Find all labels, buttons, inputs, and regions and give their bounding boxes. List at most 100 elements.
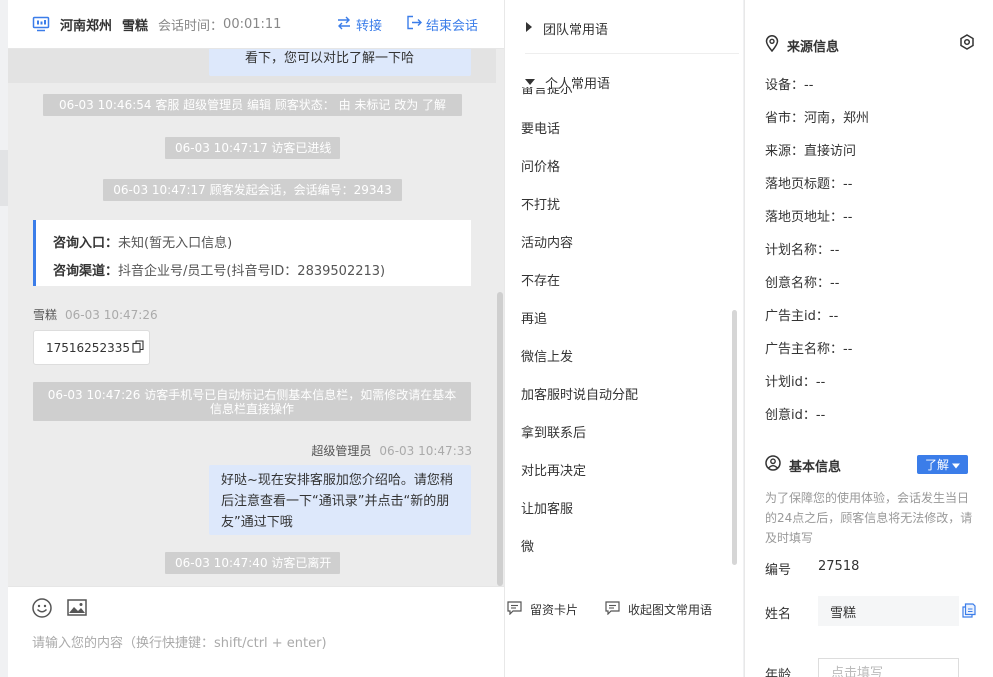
caret-down-icon [525, 75, 535, 90]
phrase-item[interactable]: 拿到联系后 [521, 422, 586, 441]
source-label: 创意id： [765, 408, 816, 423]
chat-header: 河南郑州 雪糕 会话时间： 00:01:11 转接 结束会话 [8, 0, 504, 49]
customer-id-label: 编号 [765, 563, 792, 578]
emoji-icon[interactable] [31, 597, 53, 619]
phrase-item[interactable]: 再追 [521, 308, 547, 327]
source-info-title: 来源信息 [787, 40, 840, 55]
phrase-item[interactable]: 让加客服 [521, 498, 573, 517]
phrase-item[interactable]: 对比再决定 [521, 460, 586, 479]
user-circle-icon [765, 455, 781, 475]
phrases-scrollbar[interactable] [732, 310, 737, 565]
visitor-location: 河南郑州 [60, 18, 113, 34]
consult-channel-row: 咨询渠道：抖音企业号/员工号(抖音号ID：2839502213) [53, 258, 471, 286]
customer-age-label: 年龄 [765, 668, 792, 677]
customer-id-value: 27518 [818, 559, 860, 574]
consult-entry-value: 未知(暂无入口信息) [118, 236, 233, 251]
phrase-item[interactable]: 微 [521, 536, 534, 555]
source-row-creative-id: 创意id：-- [765, 404, 825, 423]
source-label: 设备： [765, 78, 805, 93]
phrase-item[interactable]: 不打扰 [521, 194, 560, 213]
consult-info-card: 咨询入口：未知(暂无入口信息) 咨询渠道：抖音企业号/员工号(抖音号ID：283… [33, 220, 471, 286]
end-session-label: 结束会话 [426, 19, 479, 34]
customer-status-dropdown[interactable]: 了解 [917, 455, 968, 474]
consult-entry-row: 咨询入口：未知(暂无入口信息) [53, 230, 471, 258]
customer-age-input[interactable] [818, 658, 959, 677]
lead-card-label: 留资卡片 [530, 603, 579, 617]
agent-message-bubble: 看下，您可以对比了解一下哈 [209, 49, 471, 76]
lead-card-button[interactable]: 留资卡片 [507, 601, 578, 618]
agent-message-time: 06-03 10:47:33 [379, 444, 472, 458]
source-row-landing-url: 落地页地址：-- [765, 206, 852, 225]
phrase-item[interactable]: 问价格 [521, 156, 560, 175]
visitor-phone-message[interactable]: 17516252335 [33, 330, 150, 365]
source-label: 来源： [765, 144, 805, 159]
source-info-header: 来源信息 [765, 35, 839, 56]
composer [8, 586, 504, 677]
common-phrases-panel: 团队常用语 留言提示 个人常用语 要电话 问价格 不打扰 活动内容 不存在 再追… [504, 0, 743, 677]
settings-icon[interactable] [959, 34, 975, 54]
message-list[interactable]: 看下，您可以对比了解一下哈 06-03 10:46:54 客服 超级管理员 编辑… [8, 49, 504, 586]
system-notice: 06-03 10:47:17 访客已进线 [165, 137, 340, 159]
source-label: 广告主id： [765, 309, 829, 324]
basic-info-title: 基本信息 [789, 459, 842, 475]
source-row-creative-name: 创意名称：-- [765, 272, 839, 291]
end-session-button[interactable]: 结束会话 [406, 15, 478, 34]
copy-icon[interactable] [962, 603, 976, 622]
phrase-item[interactable]: 微信上发 [521, 346, 573, 365]
source-value: -- [830, 243, 840, 258]
message-card-icon [507, 601, 522, 618]
source-row-plan-id: 计划id：-- [765, 371, 825, 390]
system-notice: 06-03 10:47:26 访客手机号已自动标记右侧基本信息栏，如需修改请在基… [33, 382, 471, 421]
divider [525, 53, 739, 54]
source-label: 落地页标题： [765, 177, 844, 192]
source-value: -- [815, 408, 826, 423]
copy-icon[interactable] [132, 339, 144, 356]
source-label: 计划名称： [765, 243, 831, 258]
session-time-label: 会话时间： [158, 18, 224, 34]
source-label: 广告主名称： [765, 342, 844, 357]
message-collapse-icon [605, 601, 620, 618]
phrase-group-personal-label: 个人常用语 [545, 77, 611, 92]
collapse-phrases-button[interactable]: 收起图文常用语 [605, 601, 712, 618]
source-row-device: 设备：-- [765, 74, 813, 93]
source-value: -- [843, 342, 853, 357]
source-row-advertiser-name: 广告主名称：-- [765, 338, 852, 357]
source-value: -- [815, 375, 826, 390]
consult-channel-value: 抖音企业号/员工号(抖音号ID：2839502213) [118, 264, 386, 279]
customer-name-field[interactable]: 雪糕 [818, 596, 959, 626]
source-row-province: 省市：河南，郑州 [765, 107, 869, 126]
agent-sender-line: 超级管理员 06-03 10:47:33 [311, 442, 472, 459]
customer-name-label: 姓名 [765, 607, 792, 622]
agent-sender-name: 超级管理员 [311, 444, 372, 458]
phrase-item[interactable]: 加客服时说自动分配 [521, 384, 638, 403]
system-notice: 06-03 10:47:17 顾客发起会话，会话编号：29343 [103, 179, 402, 201]
location-pin-icon [765, 35, 779, 56]
phrase-item[interactable]: 活动内容 [521, 232, 573, 251]
source-row-source: 来源：直接访问 [765, 140, 856, 159]
chat-scrollbar[interactable] [497, 292, 503, 586]
source-value: -- [843, 177, 853, 192]
transfer-label: 转接 [356, 19, 383, 34]
phrase-item[interactable]: 要电话 [521, 118, 560, 137]
image-icon[interactable] [66, 597, 88, 619]
agent-message-bubble: 好哒~现在安排客服加您介绍哈。请您稍后注意查看一下“通讯录”并点击“新的朋友”通… [209, 465, 471, 535]
phrase-group-personal[interactable]: 个人常用语 [525, 73, 610, 92]
visitor-phone-number: 17516252335 [46, 340, 130, 355]
source-value: -- [843, 210, 853, 225]
customer-status-value: 了解 [924, 458, 949, 472]
basic-info-header: 基本信息 [765, 455, 841, 475]
system-notice: 06-03 10:47:40 访客已离开 [165, 552, 340, 574]
source-label: 计划id： [765, 375, 816, 390]
transfer-button[interactable]: 转接 [336, 15, 382, 34]
source-row-plan-name: 计划名称：-- [765, 239, 839, 258]
visitor-sender-name: 雪糕 [33, 308, 58, 322]
caret-down-icon [952, 458, 960, 472]
source-label: 创意名称： [765, 276, 831, 291]
phrase-group-team[interactable]: 团队常用语 [525, 19, 608, 38]
source-value: -- [804, 78, 814, 93]
message-input[interactable] [32, 631, 492, 655]
phrase-item[interactable]: 不存在 [521, 270, 560, 289]
monitor-icon [32, 15, 50, 33]
transfer-icon [336, 16, 352, 34]
source-label: 落地页地址： [765, 210, 844, 225]
